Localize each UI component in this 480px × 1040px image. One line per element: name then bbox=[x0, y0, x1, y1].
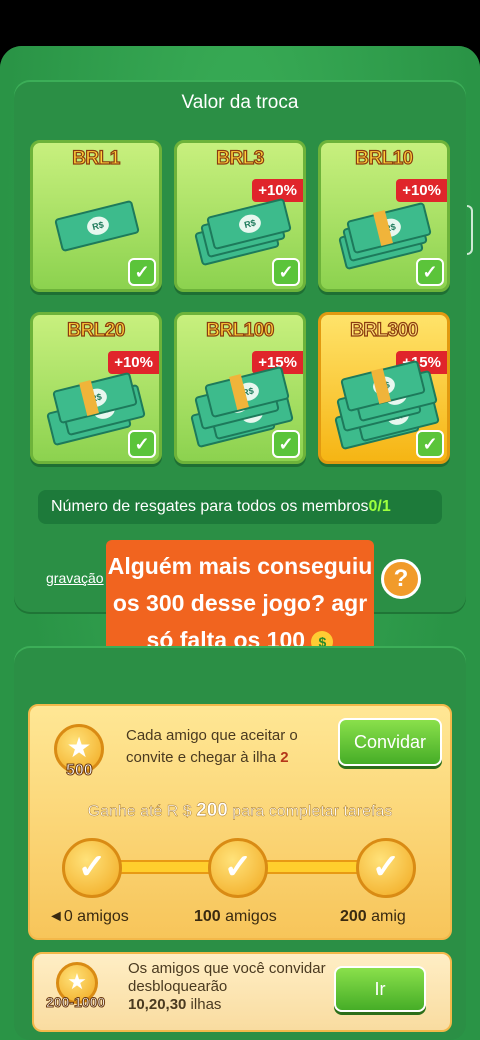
redemption-label: Número de resgates para todos os membros bbox=[51, 498, 369, 515]
card-label: BRL10 bbox=[355, 147, 414, 169]
card-label: BRL100 bbox=[206, 319, 275, 341]
card-label: BRL20 bbox=[67, 319, 126, 341]
unlock-description: Os amigos que você convidar desbloquearã… bbox=[128, 960, 328, 1014]
card-label: BRL1 bbox=[72, 147, 121, 169]
exchange-title: Valor da troca bbox=[181, 92, 299, 113]
invite-description: Cada amigo que aceitar o convite e chega… bbox=[126, 725, 326, 769]
invite-reward: 500 bbox=[66, 762, 94, 780]
card-label: BRL3 bbox=[216, 147, 265, 169]
checkmark-icon: ✓ bbox=[416, 430, 444, 458]
checkmark-icon: ✓ bbox=[128, 258, 156, 286]
exchange-card-brl3[interactable]: BRL3 +10% ✓ bbox=[174, 140, 306, 292]
exchange-card-brl20[interactable]: BRL20 +10% ✓ bbox=[30, 312, 162, 464]
milestone-count: 200 bbox=[340, 908, 367, 925]
milestone-count: 100 bbox=[194, 908, 221, 925]
unlock-suffix: ilhas bbox=[186, 996, 222, 1013]
checkmark-icon: ✓ bbox=[272, 430, 300, 458]
exchange-card-brl10[interactable]: BRL10 +10% ✓ bbox=[318, 140, 450, 292]
milestone-check-icon: ✓ bbox=[356, 838, 416, 898]
bottom-reward: 200-1000 bbox=[45, 994, 106, 1011]
redemption-count: 0/1 bbox=[368, 498, 391, 515]
go-button[interactable]: Ir bbox=[334, 966, 426, 1012]
caption-text: Alguém mais conseguiu os 300 desse jogo?… bbox=[107, 553, 373, 653]
invite-text: Cada amigo que aceitar o convite e chega… bbox=[126, 727, 298, 766]
redemption-counter: Número de resgates para todos os membros… bbox=[38, 490, 442, 524]
checkmark-icon: ✓ bbox=[128, 430, 156, 458]
exchange-card-brl300[interactable]: BRL300 +15% ✓ bbox=[318, 312, 450, 464]
milestone-check-icon: ✓ bbox=[208, 838, 268, 898]
earn-banner: Ganhe até R $ 200 para completar tarefas bbox=[28, 800, 452, 822]
invite-button[interactable]: Convidar bbox=[338, 718, 442, 766]
checkmark-icon: ✓ bbox=[272, 258, 300, 286]
unlock-text: Os amigos que você convidar desbloquearã… bbox=[128, 960, 326, 995]
exchange-card-brl100[interactable]: BRL100 +15% ✓ bbox=[174, 312, 306, 464]
side-drawer-handle[interactable] bbox=[467, 205, 473, 255]
earn-pre: Ganhe até R $ bbox=[87, 803, 197, 820]
checkmark-icon: ✓ bbox=[416, 258, 444, 286]
milestone-check-icon: ✓ bbox=[62, 838, 122, 898]
milestone-label-3: 200 amig bbox=[340, 908, 420, 926]
unlock-islands: 10,20,30 bbox=[128, 996, 187, 1013]
earn-post: para completar tarefas bbox=[227, 803, 393, 820]
help-icon[interactable]: ? bbox=[381, 559, 421, 599]
milestone-unit: amig bbox=[366, 908, 406, 925]
record-link[interactable]: gravação bbox=[46, 570, 104, 586]
exchange-card-brl1[interactable]: BRL1 ✓ bbox=[30, 140, 162, 292]
milestone-label-2: 100 amigos bbox=[194, 908, 277, 926]
invite-island: 2 bbox=[280, 749, 289, 766]
milestone-label-1: ◄0 amigos bbox=[48, 908, 129, 925]
milestone-unit: amigos bbox=[220, 908, 277, 925]
earn-amount: 200 bbox=[196, 800, 228, 821]
card-label: BRL300 bbox=[350, 319, 419, 341]
